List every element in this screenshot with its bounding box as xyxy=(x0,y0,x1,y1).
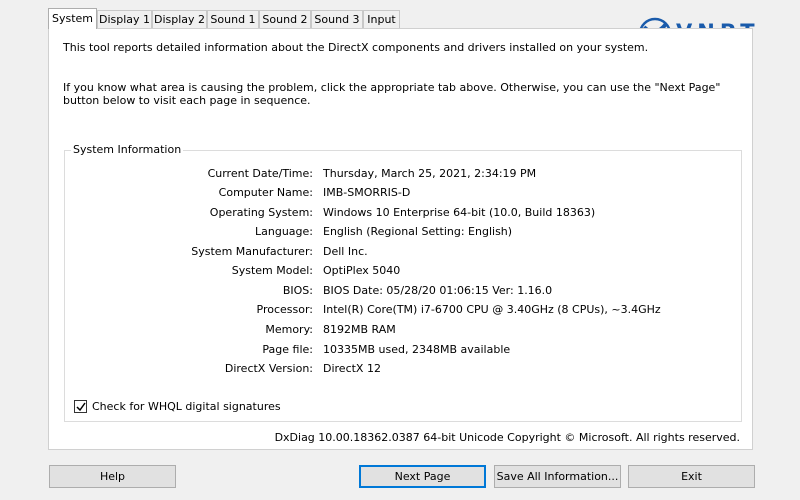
info-value: DirectX 12 xyxy=(323,362,381,375)
exit-button[interactable]: Exit xyxy=(628,465,755,488)
info-value: BIOS Date: 05/28/20 01:06:15 Ver: 1.16.0 xyxy=(323,284,553,297)
info-value: 8192MB RAM xyxy=(323,323,396,336)
info-label: Processor: xyxy=(256,303,314,316)
info-label: System Manufacturer: xyxy=(191,245,313,258)
info-value: IMB-SMORRIS-D xyxy=(323,186,411,199)
tab-system[interactable]: System xyxy=(48,8,97,29)
info-label: System Model: xyxy=(231,264,313,277)
next-page-button[interactable]: Next Page xyxy=(359,465,486,488)
system-tab-panel: This tool reports detailed information a… xyxy=(48,28,753,450)
help-button[interactable]: Help xyxy=(49,465,176,488)
whql-checkbox-row[interactable]: Check for WHQL digital signatures xyxy=(74,398,281,414)
tab-sound-3[interactable]: Sound 3 xyxy=(311,10,363,28)
info-label: Language: xyxy=(255,225,313,238)
info-label: DirectX Version: xyxy=(224,362,313,375)
info-label: Computer Name: xyxy=(218,186,313,199)
version-copyright: DxDiag 10.00.18362.0387 64-bit Unicode C… xyxy=(274,431,740,444)
info-label: Current Date/Time: xyxy=(207,167,313,180)
whql-checkbox-label[interactable]: Check for WHQL digital signatures xyxy=(92,400,281,413)
tab-display-1[interactable]: Display 1 xyxy=(97,10,152,28)
intro-text: This tool reports detailed information a… xyxy=(63,41,649,54)
info-label: Memory: xyxy=(265,323,313,336)
system-information-group: System Information Current Date/Time: Th… xyxy=(64,143,742,422)
group-legend: System Information xyxy=(71,143,184,156)
info-value: Windows 10 Enterprise 64-bit (10.0, Buil… xyxy=(323,206,596,219)
info-value: Intel(R) Core(TM) i7-6700 CPU @ 3.40GHz … xyxy=(323,303,661,316)
info-label: Operating System: xyxy=(209,206,313,219)
info-label: Page file: xyxy=(262,343,313,356)
tab-sound-2[interactable]: Sound 2 xyxy=(259,10,311,28)
checkmark-icon xyxy=(76,402,86,411)
info-value: 10335MB used, 2348MB available xyxy=(323,343,511,356)
tab-input[interactable]: Input xyxy=(363,10,400,28)
info-value: Thursday, March 25, 2021, 2:34:19 PM xyxy=(323,167,537,180)
save-all-information-button[interactable]: Save All Information... xyxy=(494,465,621,488)
tab-sound-1[interactable]: Sound 1 xyxy=(207,10,259,28)
info-value: Dell Inc. xyxy=(323,245,368,258)
instructions-text: If you know what area is causing the pro… xyxy=(63,81,721,107)
whql-checkbox[interactable] xyxy=(74,399,87,413)
info-value: OptiPlex 5040 xyxy=(323,264,401,277)
info-value: English (Regional Setting: English) xyxy=(323,225,513,238)
tab-display-2[interactable]: Display 2 xyxy=(152,10,207,28)
info-label: BIOS: xyxy=(282,284,313,297)
